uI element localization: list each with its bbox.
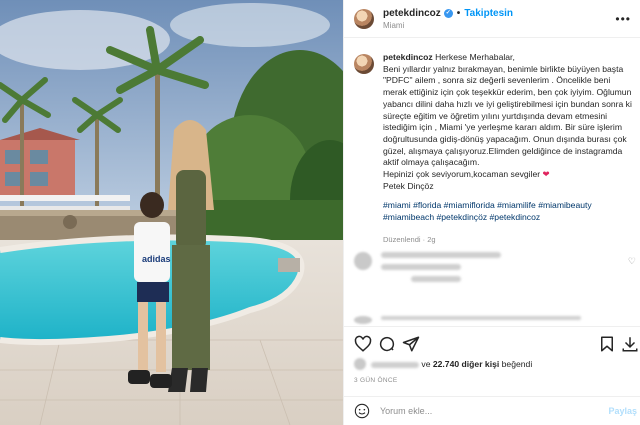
liker-avatar[interactable] bbox=[354, 358, 366, 370]
post-caption: petekdincoz Herkese Merhabalar, Beni yıl… bbox=[354, 52, 636, 246]
post-details-panel: petekdincoz ✓ • Takiptesin Miami ••• pet… bbox=[343, 0, 640, 425]
post-location[interactable]: Miami bbox=[383, 21, 513, 30]
more-options-icon[interactable]: ••• bbox=[615, 12, 631, 26]
commenter-avatar[interactable] bbox=[354, 252, 372, 270]
caption-avatar[interactable] bbox=[354, 54, 374, 74]
post-image: adidas bbox=[0, 0, 343, 425]
heart-icon[interactable] bbox=[354, 335, 372, 353]
comment-input[interactable] bbox=[380, 406, 590, 416]
edited-timestamp: Düzenlendi · 2g bbox=[383, 234, 436, 244]
likes-suffix: beğendi bbox=[501, 359, 533, 369]
liker-username[interactable] bbox=[371, 361, 419, 368]
caption-greeting: Herkese Merhabalar, bbox=[435, 52, 515, 62]
likes-summary: ve 22.740 diğer kişi beğendi bbox=[354, 358, 532, 370]
svg-text:adidas: adidas bbox=[142, 254, 171, 264]
comment-heart-icon[interactable]: ♡ bbox=[628, 256, 636, 267]
caption-username[interactable]: petekdincoz bbox=[383, 52, 433, 62]
share-icon[interactable] bbox=[402, 335, 420, 353]
post-actions-bar bbox=[344, 326, 640, 360]
likes-prefix: ve bbox=[421, 359, 431, 369]
author-username[interactable]: petekdincoz bbox=[383, 8, 441, 19]
caption-signature: Petek Dinçöz bbox=[383, 180, 434, 191]
emoji-icon[interactable] bbox=[354, 403, 370, 419]
caption-love-line: Hepinizi çok seviyorum,kocaman sevgiler bbox=[383, 169, 541, 180]
commenter-avatar[interactable] bbox=[354, 316, 372, 324]
heart-emoji-icon: ❤ bbox=[542, 169, 550, 180]
post-photo[interactable]: adidas bbox=[0, 0, 343, 425]
comment-item bbox=[354, 316, 636, 326]
author-avatar[interactable] bbox=[354, 8, 374, 29]
caption-hashtags[interactable]: #miami #florida #miamiflorida #miamilife… bbox=[383, 200, 633, 223]
post-header: petekdincoz ✓ • Takiptesin Miami ••• bbox=[344, 0, 640, 38]
post-time: 3 GÜN ÖNCE bbox=[354, 377, 398, 384]
header-separator: • bbox=[456, 7, 461, 19]
caption-paragraph: Beni yıllardır yalnız bırakmayan, beniml… bbox=[383, 63, 632, 168]
following-button[interactable]: Takiptesin bbox=[464, 8, 513, 19]
add-comment-bar: Paylaş bbox=[344, 396, 640, 425]
likes-count[interactable]: 22.740 diğer kişi bbox=[433, 359, 499, 369]
verified-badge-icon: ✓ bbox=[443, 8, 453, 18]
comment-item: ♡ bbox=[354, 252, 636, 288]
post-comment-button[interactable]: Paylaş bbox=[608, 406, 637, 416]
comment-icon[interactable] bbox=[378, 335, 396, 353]
save-icon[interactable] bbox=[598, 335, 616, 353]
download-icon[interactable] bbox=[621, 335, 639, 353]
